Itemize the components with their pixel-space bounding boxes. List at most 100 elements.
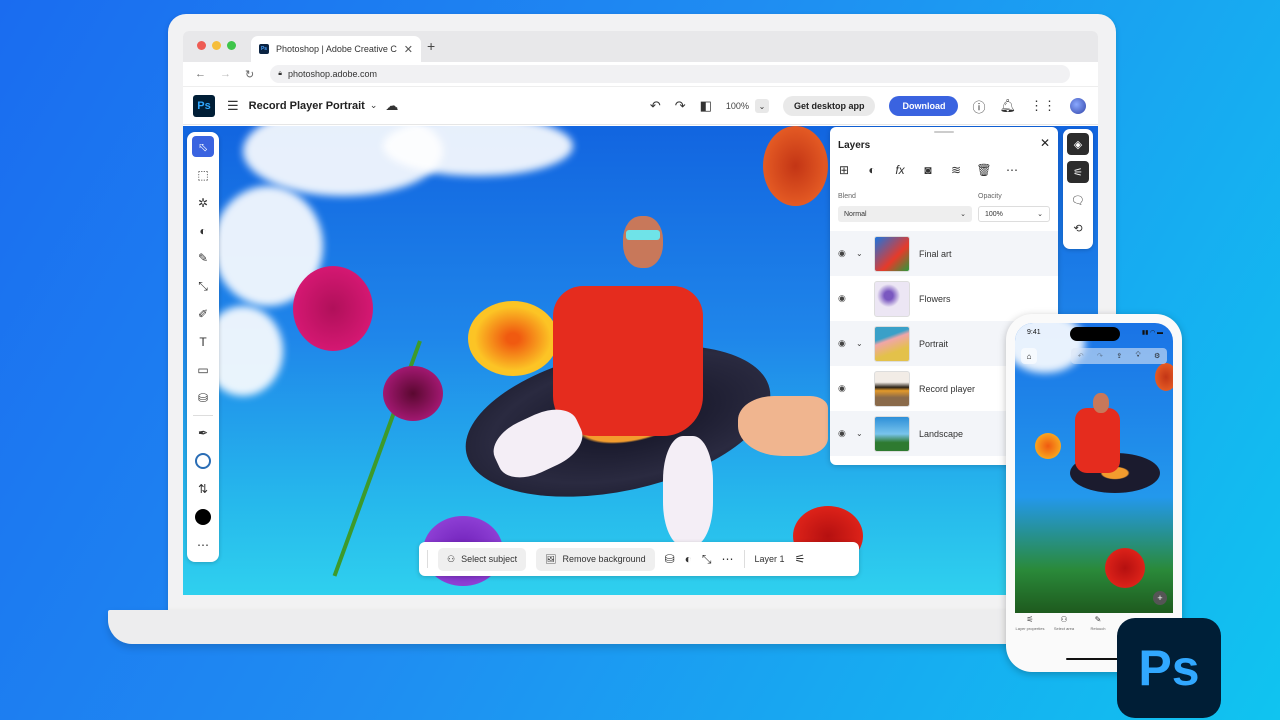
close-icon[interactable]: ✕ xyxy=(1040,136,1050,150)
more-tools-icon[interactable]: ⋯ xyxy=(192,534,214,555)
transform-tool[interactable]: ⤡ xyxy=(192,276,214,297)
effects-fx-icon[interactable]: fx xyxy=(892,163,908,177)
layer-name: Portrait xyxy=(919,338,949,349)
new-tab-button[interactable]: + xyxy=(427,38,435,54)
photoshop-logo[interactable]: Ps xyxy=(193,94,215,117)
expand-chevron-icon[interactable]: ⌄ xyxy=(856,249,868,258)
phone-time: 9:41 xyxy=(1027,329,1041,336)
forward-icon[interactable]: → xyxy=(220,68,231,80)
lightbulb-icon[interactable]: 💡︎ xyxy=(1136,352,1141,360)
layer-row[interactable]: ◉ ⌄ Final art xyxy=(830,231,1058,276)
blend-mode-value: Normal xyxy=(844,210,867,218)
delete-layer-icon[interactable]: 🗑︎ xyxy=(976,163,992,177)
visibility-eye-icon[interactable]: ◉ xyxy=(838,428,850,439)
shape-tool[interactable]: ▭ xyxy=(192,360,214,381)
add-layer-icon[interactable]: ⊞ xyxy=(836,163,852,177)
history-icon[interactable]: ⟲ xyxy=(1067,217,1089,239)
comments-icon[interactable]: 🗨︎ xyxy=(1067,189,1089,211)
red-flower xyxy=(1105,548,1145,588)
visibility-eye-icon[interactable]: ◉ xyxy=(838,383,850,394)
select-tool[interactable]: ⬁ xyxy=(192,136,214,158)
adjustment-layer-icon[interactable]: ◐ xyxy=(864,163,880,177)
hamburger-menu-icon[interactable]: ☰ xyxy=(227,98,239,114)
close-tab-icon[interactable]: ✕ xyxy=(404,43,413,56)
apps-grid-icon[interactable]: ⋮⋮ xyxy=(1030,98,1056,114)
select-area-button[interactable]: ⚇ Select area xyxy=(1049,615,1079,655)
back-icon[interactable]: ← xyxy=(195,68,206,80)
opacity-select[interactable]: 100% ⌄ xyxy=(978,206,1050,222)
close-window-button[interactable] xyxy=(197,41,206,50)
maximize-window-button[interactable] xyxy=(227,41,236,50)
visibility-eye-icon[interactable]: ◉ xyxy=(838,338,850,349)
minimize-window-button[interactable] xyxy=(212,41,221,50)
quick-select-tool[interactable]: ✲ xyxy=(192,192,214,213)
visibility-eye-icon[interactable]: ◉ xyxy=(838,293,850,304)
chevron-down-icon: ⌄ xyxy=(1037,211,1043,218)
expand-chevron-icon[interactable]: ⌄ xyxy=(856,339,868,348)
layer-properties-button[interactable]: ⚟ Layer properties xyxy=(1015,615,1045,655)
reload-icon[interactable]: ↻ xyxy=(245,68,254,81)
zoom-level[interactable]: 100% xyxy=(726,101,749,111)
avatar[interactable] xyxy=(1070,98,1086,114)
home-icon[interactable]: ⌂ xyxy=(1021,348,1037,364)
share-icon[interactable]: ⇪ xyxy=(1116,352,1122,360)
adjustment-tool[interactable]: ◐ xyxy=(192,220,214,241)
layers-panel-icon[interactable]: ◈ xyxy=(1067,133,1089,155)
layer-properties-icon[interactable]: ⚟ xyxy=(795,552,806,566)
mask-icon[interactable]: ◙ xyxy=(920,163,936,177)
retouch-button[interactable]: ✎ Retouch xyxy=(1083,615,1113,655)
properties-sliders-icon[interactable]: ⚟ xyxy=(1067,161,1089,183)
taskbar-drag-handle[interactable] xyxy=(427,550,428,568)
pink-flower xyxy=(293,266,373,351)
url-field[interactable]: 🔒︎ photoshop.adobe.com xyxy=(270,65,1071,83)
stroke-swatch-icon xyxy=(195,453,211,469)
magenta-flower xyxy=(383,366,443,421)
document-title[interactable]: Record Player Portrait xyxy=(249,100,365,112)
zoom-dropdown-icon[interactable]: ⌄ xyxy=(754,99,769,113)
notifications-bell-icon[interactable]: 🔔︎ xyxy=(999,98,1016,114)
chevron-down-icon[interactable]: ⌄ xyxy=(370,100,378,111)
help-icon[interactable]: ⓘ xyxy=(972,97,985,116)
marquee-tool[interactable]: ⬚ xyxy=(192,164,214,185)
visibility-eye-icon[interactable]: ◉ xyxy=(838,248,850,259)
cloud-icon[interactable]: ☁︎ xyxy=(385,98,398,114)
add-button[interactable]: + xyxy=(1153,591,1167,605)
brush-tool[interactable]: ✐ xyxy=(192,304,214,325)
type-tool[interactable]: T xyxy=(192,332,214,353)
redo-icon[interactable]: ↷ xyxy=(1097,352,1103,360)
settings-gear-icon[interactable]: ⚙ xyxy=(1154,352,1160,360)
remove-background-button[interactable]: 🖼︎ Remove background xyxy=(536,547,655,571)
fill-swatch-icon xyxy=(195,508,211,525)
download-button[interactable]: Download xyxy=(889,96,959,116)
blend-mode-select[interactable]: Normal ⌄ xyxy=(838,206,972,222)
undo-icon[interactable]: ↶ xyxy=(650,98,661,114)
select-subject-label: Select subject xyxy=(461,554,518,564)
redo-icon[interactable]: ↷ xyxy=(675,98,686,114)
sunglasses xyxy=(626,230,660,240)
favicon-icon: Ps xyxy=(259,44,269,54)
swap-colors-icon[interactable]: ⇅ xyxy=(192,478,214,499)
more-options-icon[interactable]: ⋯ xyxy=(722,552,734,566)
expand-chevron-icon[interactable]: ⌄ xyxy=(856,429,868,438)
panel-drag-handle[interactable] xyxy=(934,131,954,133)
compare-icon[interactable]: ◧ xyxy=(700,98,712,114)
blend-label: Blend xyxy=(838,193,856,200)
stroke-color-swatch[interactable] xyxy=(192,450,214,471)
image-canvas[interactable]: ⬁ ⬚ ✲ ◐ ✎ ⤡ ✐ T ▭ ⛁ ✒ ⇅ ⋯ Layers ✕ ⊞ ◐ f… xyxy=(183,126,1098,595)
more-options-icon[interactable]: ⋯ xyxy=(1004,163,1020,177)
get-desktop-app-button[interactable]: Get desktop app xyxy=(782,96,876,116)
healing-tool[interactable]: ✎ xyxy=(192,248,214,269)
tools-panel: ⬁ ⬚ ✲ ◐ ✎ ⤡ ✐ T ▭ ⛁ ✒ ⇅ ⋯ xyxy=(187,132,219,562)
transform-icon[interactable]: ⤡ xyxy=(702,552,712,567)
undo-icon[interactable]: ↶ xyxy=(1078,352,1084,360)
fill-color-swatch[interactable] xyxy=(192,506,214,527)
browser-tab[interactable]: Ps Photoshop | Adobe Creative C ✕ xyxy=(251,36,421,62)
eyedropper-tool[interactable]: ✒ xyxy=(192,422,214,443)
generative-fill-icon[interactable]: ⛁ xyxy=(665,552,675,566)
current-layer-label[interactable]: Layer 1 xyxy=(755,554,785,564)
generative-fill-tool[interactable]: ⛁ xyxy=(192,387,214,408)
layer-name: Landscape xyxy=(919,428,964,439)
layer-stack-icon[interactable]: ≋ xyxy=(948,163,964,177)
select-subject-button[interactable]: ⚇ Select subject xyxy=(438,547,527,571)
adjustment-icon[interactable]: ◐ xyxy=(685,552,692,566)
